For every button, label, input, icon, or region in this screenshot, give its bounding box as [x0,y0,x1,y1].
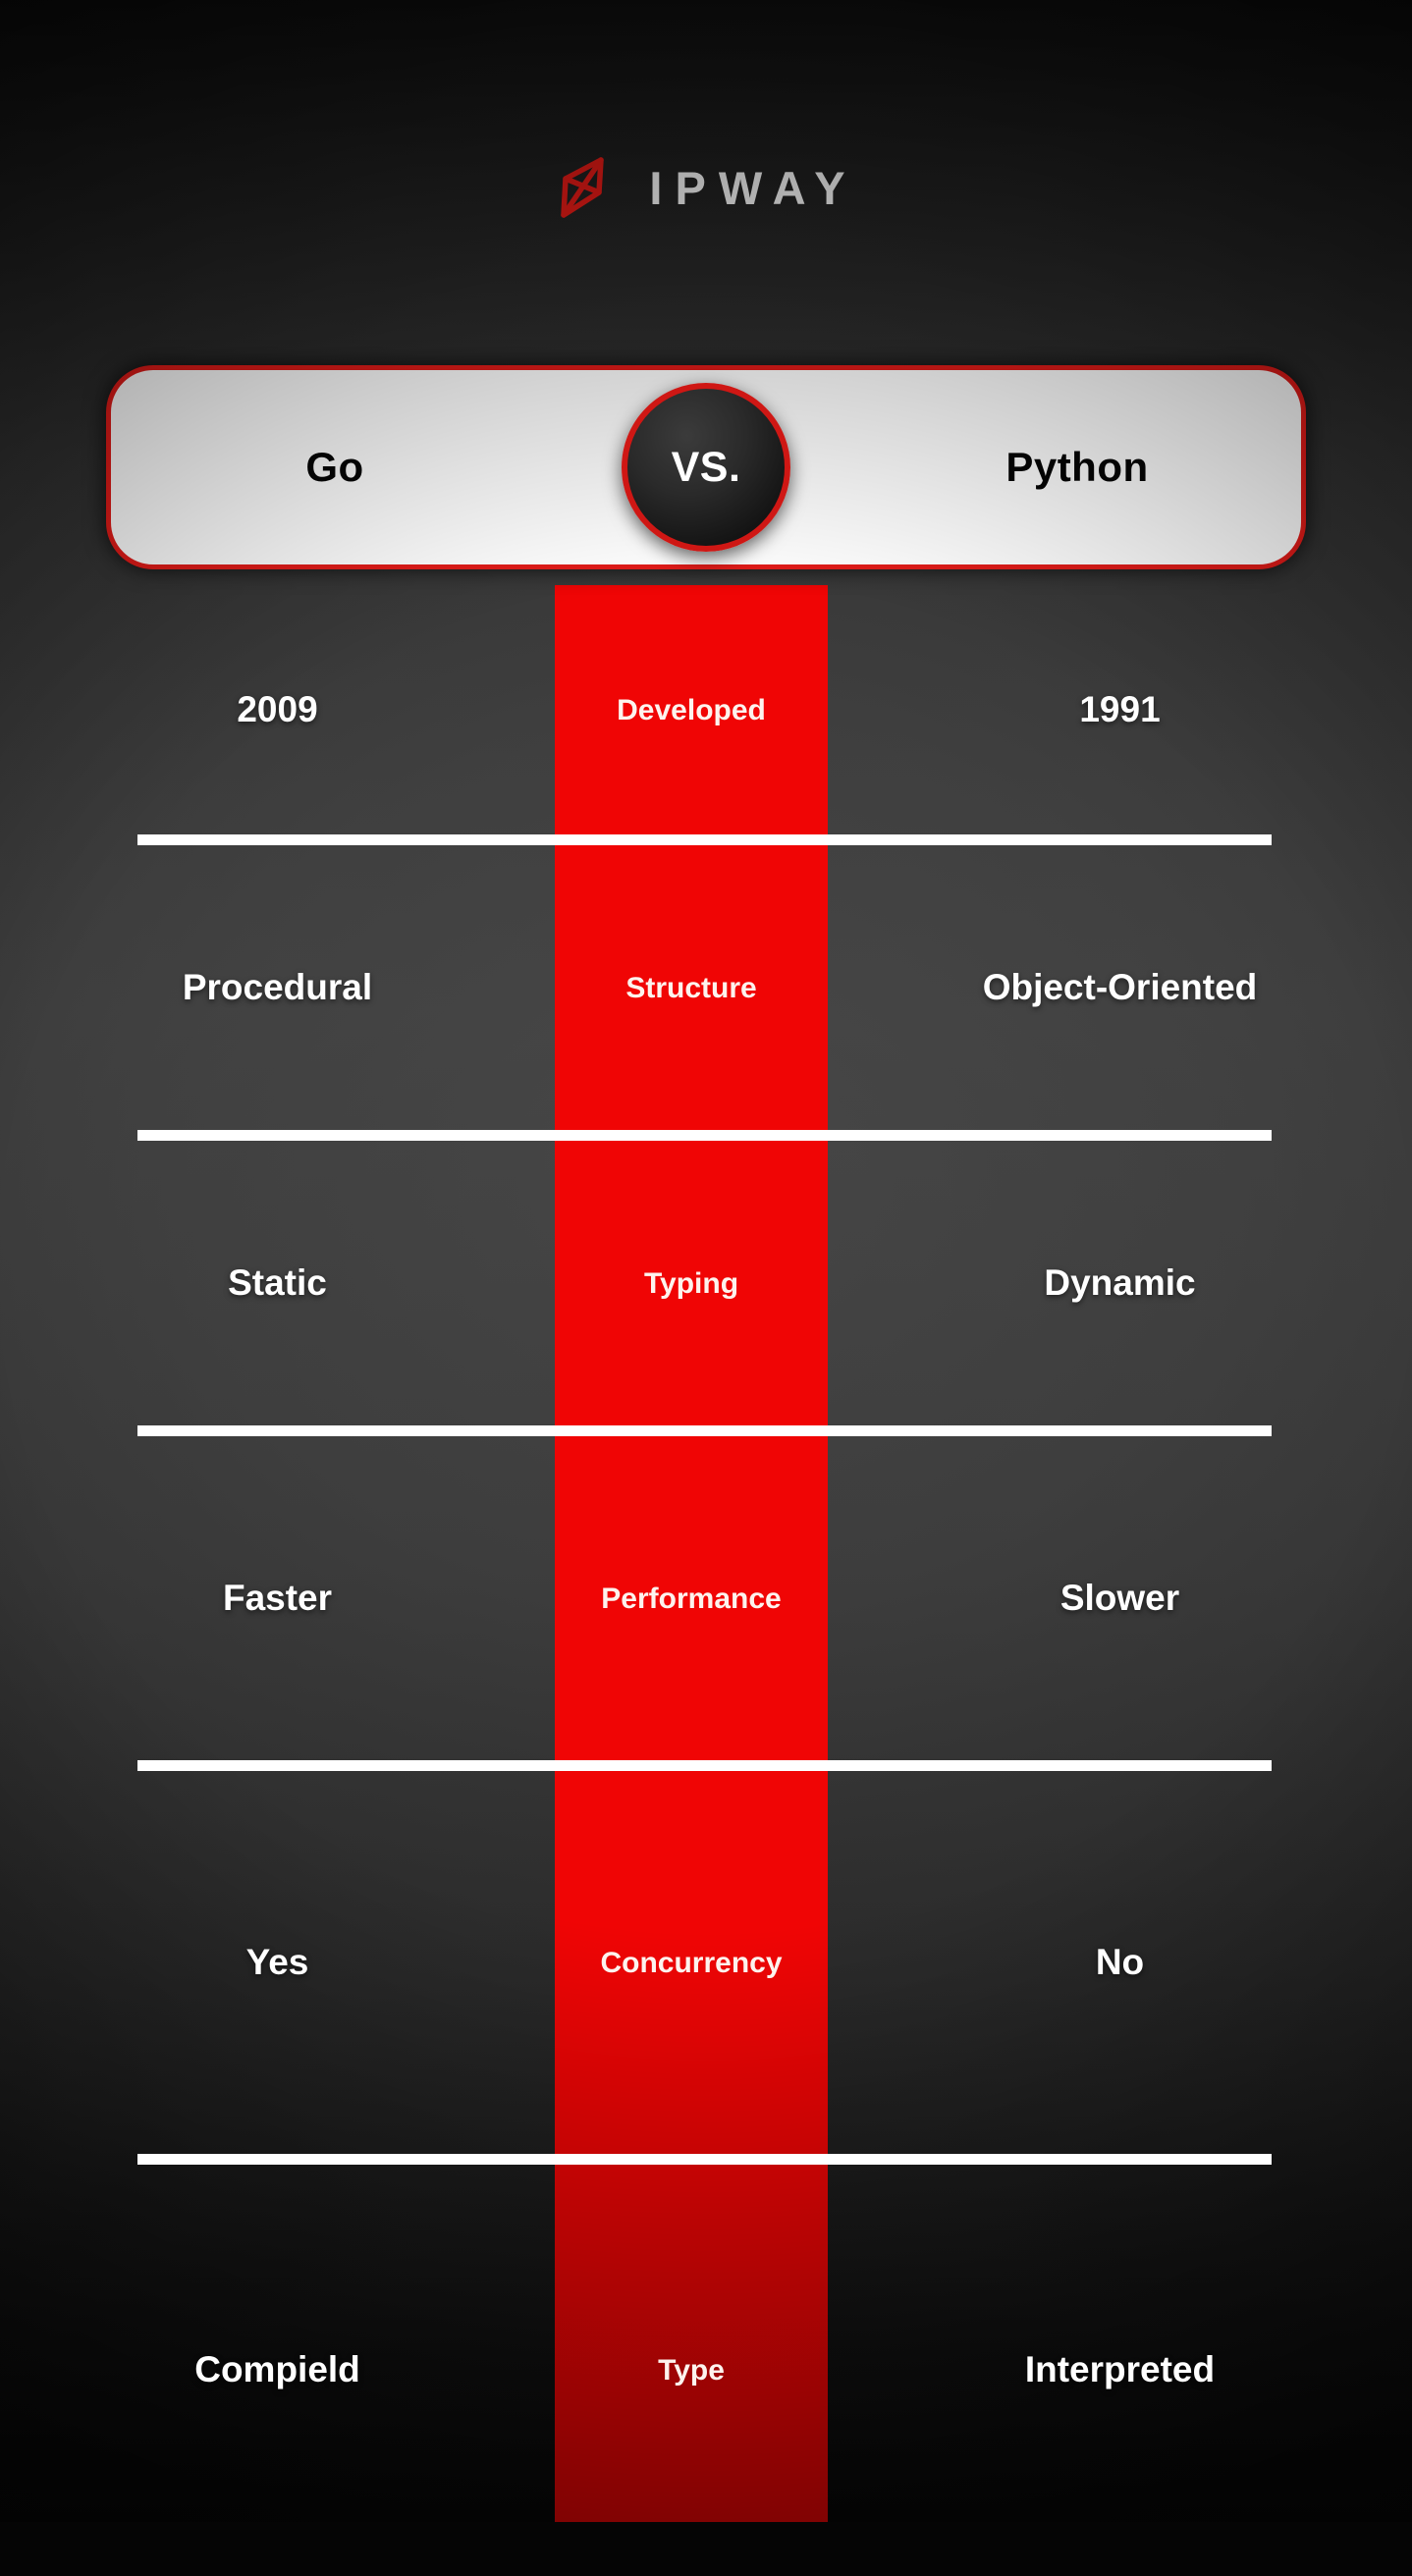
row-divider [0,834,1412,845]
row-right-value: 1991 [1079,688,1161,729]
row-right-value: Object-Oriented [982,966,1258,1007]
row-attribute-label: Concurrency [600,1946,783,1979]
comparison-row: Compield Type Interpreted [0,2165,1412,2576]
row-divider-bar [137,834,1272,845]
row-divider [0,1130,1412,1141]
row-divider [0,1425,1412,1436]
comparison-row: 2009 Developed 1991 [0,585,1412,834]
row-divider-bar [137,1130,1272,1141]
row-attribute-label: Structure [625,971,757,1004]
comparison-table: 2009 Developed 1991 Procedural Structure Obje… [0,585,1412,2576]
row-attribute-label: Developed [617,693,766,726]
row-divider-bar [137,1425,1272,1436]
row-right-value: Interpreted [1024,2349,1216,2390]
row-attribute-label: Typing [643,1266,739,1300]
comparison-row: Procedural Structure Object-Oriented [0,845,1412,1130]
row-left-value: Compield [194,2349,360,2390]
row-divider-bar [137,1760,1272,1771]
row-left-value: Yes [245,1941,309,1982]
comparison-row: Static Typing Dynamic [0,1141,1412,1425]
row-right-value: No [1095,1941,1145,1982]
row-left-value: Procedural [182,966,373,1007]
brand-header: IPWAY [0,155,1412,220]
row-divider-bar [137,2154,1272,2165]
row-left-value: Faster [222,1577,333,1618]
row-attribute-label: Performance [601,1582,782,1615]
row-attribute-label: Type [658,2354,725,2387]
row-left-value: Static [228,1261,327,1303]
brand-name: IPWAY [649,161,858,214]
row-right-value: Dynamic [1044,1261,1196,1303]
comparison-row: Yes Concurrency No [0,1771,1412,2154]
comparison-row: Faster Performance Slower [0,1436,1412,1760]
row-left-value: 2009 [237,688,318,729]
versus-badge: VS. [622,383,790,552]
row-divider [0,1760,1412,1771]
row-divider [0,2154,1412,2165]
ipway-arrow-icon [554,155,611,220]
versus-title-bar: Go Python VS. [106,365,1306,569]
right-subject-label: Python [1005,444,1149,490]
left-subject-label: Go [305,444,364,490]
row-right-value: Slower [1059,1577,1180,1618]
